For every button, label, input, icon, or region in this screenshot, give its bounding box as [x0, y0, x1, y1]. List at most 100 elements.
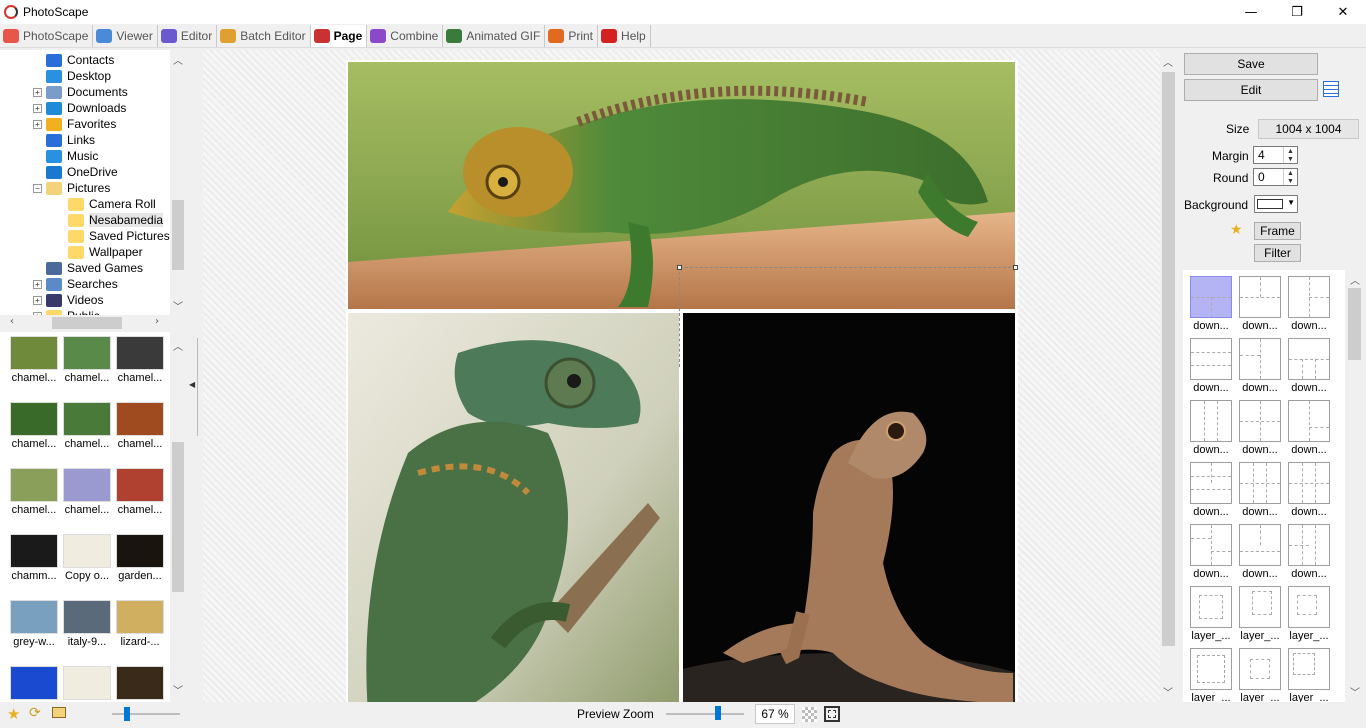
- margin-spinbox[interactable]: 4 ▲ ▼: [1253, 146, 1298, 164]
- expand-icon[interactable]: +: [33, 119, 42, 129]
- transparency-grid-icon[interactable]: [802, 707, 817, 722]
- fit-to-window-icon[interactable]: [824, 706, 840, 722]
- layouts-vertical-scrollbar[interactable]: ︿ ﹀: [1346, 270, 1363, 702]
- thumbnail-item[interactable]: lizard-...: [113, 598, 167, 658]
- tree-item[interactable]: Links: [33, 132, 95, 148]
- folder-tree[interactable]: Contacts Desktop + Documents + Downloads + Favo…: [0, 50, 186, 315]
- filter-button[interactable]: Filter: [1254, 244, 1301, 262]
- thumbnail-item[interactable]: chamel...: [7, 334, 61, 394]
- background-color-picker[interactable]: ▼: [1254, 195, 1298, 213]
- collapse-icon[interactable]: −: [33, 183, 42, 193]
- layout-template[interactable]: down...: [1237, 462, 1283, 524]
- add-favorite-icon[interactable]: ⟳: [29, 705, 41, 721]
- layout-template[interactable]: layer_...: [1286, 586, 1332, 648]
- round-spinbox[interactable]: 0 ▲ ▼: [1253, 168, 1298, 186]
- photo-slot-1[interactable]: [348, 62, 1015, 309]
- tab-page[interactable]: Page: [310, 24, 368, 47]
- tab-help[interactable]: Help: [598, 24, 651, 47]
- minimize-button[interactable]: —: [1228, 0, 1274, 24]
- layout-template[interactable]: down...: [1237, 276, 1283, 338]
- scroll-thumb[interactable]: [1348, 288, 1361, 360]
- layout-template[interactable]: down...: [1286, 400, 1332, 462]
- resize-handle[interactable]: [1013, 265, 1018, 270]
- close-button[interactable]: ✕: [1320, 0, 1366, 24]
- thumbnail-size-slider[interactable]: [112, 713, 180, 715]
- spin-up-icon[interactable]: ▲: [1283, 169, 1297, 177]
- tree-item[interactable]: − Pictures: [33, 180, 110, 196]
- spin-down-icon[interactable]: ▼: [1283, 177, 1297, 185]
- dropdown-arrow-icon[interactable]: ▼: [1287, 198, 1295, 207]
- scroll-down-icon[interactable]: ﹀: [1350, 684, 1360, 699]
- scroll-left-icon[interactable]: ‹: [10, 316, 14, 327]
- layout-template[interactable]: down...: [1188, 276, 1234, 338]
- expand-icon[interactable]: +: [33, 279, 42, 289]
- photo-slot-2[interactable]: [348, 313, 679, 702]
- tree-item[interactable]: Nesabamedia: [68, 212, 164, 228]
- tree-item[interactable]: Saved Games: [33, 260, 143, 276]
- collapse-left-icon[interactable]: ◀: [189, 380, 195, 389]
- tab-animated-gif[interactable]: Animated GIF: [443, 24, 546, 47]
- thumbnail-item[interactable]: chamel...: [7, 466, 61, 526]
- scroll-down-icon[interactable]: ﹀: [173, 682, 183, 697]
- layout-template[interactable]: layer_...: [1188, 648, 1234, 702]
- layout-template[interactable]: layer_...: [1188, 586, 1234, 648]
- photo-slot-3[interactable]: [683, 313, 1015, 702]
- canvas-vertical-scrollbar[interactable]: ︿ ﹀: [1160, 50, 1177, 702]
- scroll-thumb[interactable]: [1162, 72, 1175, 646]
- layout-template[interactable]: down...: [1188, 462, 1234, 524]
- expand-icon[interactable]: +: [33, 87, 42, 97]
- thumbnail-item[interactable]: [7, 664, 61, 702]
- scroll-down-icon[interactable]: ﹀: [173, 298, 183, 313]
- scroll-up-icon[interactable]: ︿: [1350, 272, 1360, 287]
- tree-item[interactable]: Wallpaper: [68, 244, 143, 260]
- thumbnail-item[interactable]: chamel...: [113, 466, 167, 526]
- thumbnail-item[interactable]: garden...: [113, 532, 167, 592]
- spin-down-icon[interactable]: ▼: [1283, 155, 1297, 163]
- page-canvas[interactable]: [203, 50, 1160, 702]
- tab-print[interactable]: Print: [545, 24, 599, 47]
- thumbnail-item[interactable]: chamel...: [7, 400, 61, 460]
- zoom-value-field[interactable]: 67 %: [755, 704, 795, 724]
- thumbnail-item[interactable]: [113, 664, 167, 702]
- margin-input[interactable]: 4: [1258, 148, 1265, 162]
- favorite-star-icon[interactable]: ★: [7, 705, 20, 723]
- layout-template[interactable]: down...: [1188, 524, 1234, 586]
- thumbnail-item[interactable]: chamm...: [7, 532, 61, 592]
- thumbnail-size-slider-thumb[interactable]: [124, 707, 130, 721]
- spin-up-icon[interactable]: ▲: [1283, 147, 1297, 155]
- edit-button[interactable]: Edit: [1184, 79, 1318, 101]
- expand-icon[interactable]: +: [33, 295, 42, 305]
- scroll-thumb[interactable]: [172, 442, 184, 592]
- layout-templates-list[interactable]: down... down... down... down... down... down.…: [1183, 270, 1345, 702]
- layout-template[interactable]: layer_...: [1286, 648, 1332, 702]
- thumbnail-item[interactable]: chamel...: [60, 334, 114, 394]
- thumbnail-item[interactable]: [60, 664, 114, 702]
- thumbnail-browser[interactable]: chamel... chamel... chamel... chamel... cham…: [0, 332, 186, 702]
- preview-zoom-slider[interactable]: [666, 713, 744, 715]
- layout-template[interactable]: down...: [1286, 524, 1332, 586]
- page-layout-preview[interactable]: [346, 60, 1018, 702]
- layout-template[interactable]: down...: [1286, 276, 1332, 338]
- tree-item[interactable]: + Downloads: [33, 100, 126, 116]
- layout-template[interactable]: layer_...: [1237, 648, 1283, 702]
- tree-item[interactable]: Contacts: [33, 52, 114, 68]
- thumbnail-item[interactable]: Copy o...: [60, 532, 114, 592]
- layout-list-icon[interactable]: [1323, 81, 1339, 97]
- tab-batch-editor[interactable]: Batch Editor: [217, 24, 311, 47]
- thumbnail-item[interactable]: chamel...: [60, 466, 114, 526]
- thumbnail-item[interactable]: grey-w...: [7, 598, 61, 658]
- preview-zoom-slider-thumb[interactable]: [715, 706, 722, 720]
- maximize-button[interactable]: ❐: [1274, 0, 1320, 24]
- tree-item[interactable]: +Public: [33, 308, 100, 315]
- tree-item[interactable]: Saved Pictures: [68, 228, 170, 244]
- layout-template[interactable]: down...: [1237, 400, 1283, 462]
- folder-tree-vertical-scrollbar[interactable]: ︿ ﹀: [170, 50, 186, 315]
- folder-tree-horizontal-scrollbar[interactable]: ‹ ›: [0, 315, 170, 331]
- scroll-thumb[interactable]: [172, 200, 184, 270]
- scroll-up-icon[interactable]: ︿: [173, 52, 183, 67]
- layout-template[interactable]: layer_...: [1237, 586, 1283, 648]
- thumbnail-item[interactable]: chamel...: [113, 400, 167, 460]
- frame-button[interactable]: Frame: [1254, 222, 1301, 240]
- tree-item[interactable]: + Favorites: [33, 116, 116, 132]
- thumbnail-item[interactable]: chamel...: [113, 334, 167, 394]
